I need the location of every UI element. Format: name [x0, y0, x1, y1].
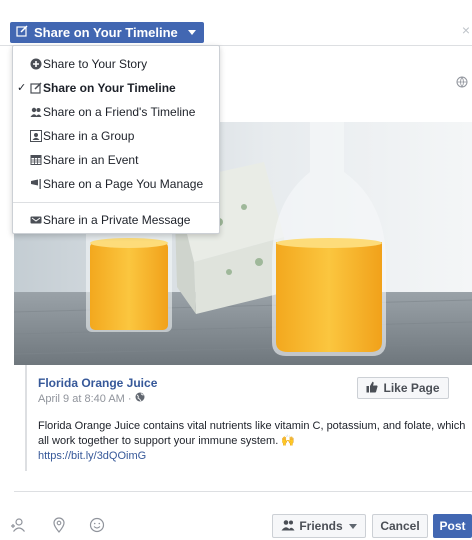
menu-item-share-page[interactable]: Share on a Page You Manage	[13, 172, 219, 196]
plus-circle-icon	[30, 58, 42, 70]
like-page-label: Like Page	[383, 381, 440, 395]
globe-icon[interactable]	[456, 75, 468, 88]
menu-item-share-friend-timeline[interactable]: Share on a Friend's Timeline	[13, 100, 219, 124]
cancel-button[interactable]: Cancel	[372, 514, 428, 538]
post-body: Florida Orange Juice contains vital nutr…	[38, 419, 468, 464]
people-icon	[30, 106, 42, 118]
date-separator: ·	[127, 392, 132, 405]
smiley-icon[interactable]	[89, 517, 105, 533]
thumbs-up-icon	[366, 381, 379, 396]
menu-item-share-group[interactable]: Share in a Group	[13, 124, 219, 148]
share-destination-dropdown-button[interactable]: Share on Your Timeline	[10, 22, 204, 43]
close-icon[interactable]: ×	[462, 22, 470, 38]
menu-item-label: Share in a Private Message	[43, 213, 191, 227]
menu-item-label: Share in a Group	[43, 129, 135, 143]
shared-post-card: Florida Orange Juice April 9 at 8:40 AM …	[25, 365, 472, 471]
tag-friends-icon[interactable]	[10, 517, 26, 533]
message-icon	[30, 214, 42, 226]
menu-item-label: Share on a Friend's Timeline	[43, 105, 196, 119]
page-name-link[interactable]: Florida Orange Juice	[38, 376, 157, 390]
chevron-down-icon	[187, 30, 196, 35]
location-pin-icon[interactable]	[51, 517, 67, 533]
menu-item-share-on-timeline[interactable]: ✓ Share on Your Timeline	[13, 76, 219, 100]
share-dialog-header: Share on Your Timeline ×	[0, 0, 472, 46]
menu-item-label: Share to Your Story	[43, 57, 148, 71]
pencil-icon	[30, 82, 42, 94]
check-icon: ✓	[17, 82, 27, 94]
post-link[interactable]: https://bit.ly/3dQOimG	[38, 450, 146, 462]
menu-divider	[13, 202, 219, 203]
group-icon	[30, 130, 42, 142]
post-timestamp: April 9 at 8:40 AM ·	[38, 392, 145, 405]
menu-item-share-event[interactable]: Share in an Event	[13, 148, 219, 172]
friends-icon	[281, 519, 295, 534]
audience-label: Friends	[299, 519, 343, 533]
calendar-icon	[30, 154, 42, 166]
audience-selector-button[interactable]: Friends	[272, 514, 366, 538]
post-date-text[interactable]: April 9 at 8:40 AM	[38, 393, 125, 405]
menu-item-label: Share on a Page You Manage	[43, 177, 204, 191]
menu-item-share-to-story[interactable]: Share to Your Story	[13, 52, 219, 76]
share-destination-menu: Share to Your Story ✓ Share on Your Time…	[12, 45, 220, 234]
menu-item-label: Share on Your Timeline	[43, 81, 176, 95]
menu-item-share-private-message[interactable]: Share in a Private Message	[13, 208, 219, 232]
menu-item-label: Share in an Event	[43, 153, 139, 167]
globe-icon	[135, 392, 145, 405]
post-text: Florida Orange Juice contains vital nutr…	[38, 420, 466, 447]
footer-divider	[14, 491, 472, 492]
flag-icon	[30, 178, 42, 190]
share-destination-label: Share on Your Timeline	[34, 25, 178, 40]
post-button[interactable]: Post	[433, 514, 472, 538]
chevron-down-icon	[348, 523, 357, 529]
like-page-button[interactable]: Like Page	[357, 377, 449, 399]
pencil-icon	[16, 25, 28, 40]
